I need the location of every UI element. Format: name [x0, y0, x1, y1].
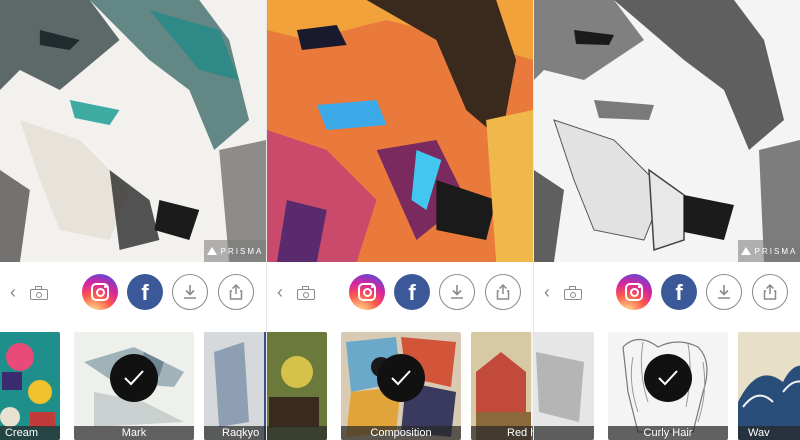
share-icon [496, 283, 510, 300]
download-button[interactable] [706, 274, 742, 310]
download-button[interactable] [439, 274, 475, 310]
filter-label: Wav [738, 426, 800, 440]
instagram-share-button[interactable] [82, 274, 118, 310]
download-icon [184, 285, 196, 299]
filter-label [267, 426, 327, 440]
filter-label: Curly Hair [608, 426, 728, 440]
checkmark-icon [124, 370, 144, 386]
filter-label: Mark [74, 426, 194, 440]
filter-tile[interactable]: Raqkyo [204, 332, 266, 440]
facebook-share-button[interactable]: f [127, 274, 163, 310]
share-button[interactable] [752, 274, 788, 310]
filter-tile[interactable]: Wav [738, 332, 800, 440]
checkmark-icon [658, 370, 678, 386]
filter-tile[interactable] [267, 332, 327, 440]
camera-icon[interactable] [30, 286, 48, 300]
filter-label: Red hban [471, 426, 533, 440]
share-toolbar: ‹ f [534, 262, 800, 324]
camera-icon[interactable] [297, 286, 315, 300]
share-toolbar: ‹ f [267, 262, 533, 324]
stylized-photo: PRISMA [534, 0, 800, 262]
stylized-photo [267, 0, 533, 262]
app-root: PRISMA ‹ f Cream Mark Raqkyo ‹ f Composi… [0, 0, 800, 440]
prisma-watermark: PRISMA [738, 240, 800, 262]
share-icon [229, 283, 243, 300]
filter-strip: Curly Hair Wav [534, 332, 800, 440]
filter-tile-selected[interactable]: Composition [341, 332, 461, 440]
filter-tile[interactable]: Red hban [471, 332, 533, 440]
camera-icon[interactable] [564, 286, 582, 300]
back-icon[interactable]: ‹ [277, 283, 289, 301]
watermark-label: PRISMA [754, 246, 798, 256]
checkmark-icon [391, 370, 411, 386]
selected-checkmark [377, 354, 425, 402]
filter-label: Composition [341, 426, 461, 440]
filter-tile[interactable]: Cream [0, 332, 60, 440]
download-icon [718, 285, 730, 299]
filter-tile-selected[interactable]: Mark [74, 332, 194, 440]
filter-tile-selected[interactable]: Curly Hair [608, 332, 728, 440]
selected-checkmark [110, 354, 158, 402]
prisma-logo-icon [740, 247, 751, 255]
panel-3: PRISMA ‹ f Curly Hair Wav [534, 0, 800, 440]
back-icon[interactable]: ‹ [544, 283, 556, 301]
panel-2: ‹ f Composition Red hban [267, 0, 534, 440]
share-icon [763, 283, 777, 300]
share-button[interactable] [218, 274, 254, 310]
share-button[interactable] [485, 274, 521, 310]
filter-strip: Composition Red hban [267, 332, 533, 440]
facebook-share-button[interactable]: f [394, 274, 430, 310]
stylized-photo: PRISMA [0, 0, 266, 262]
instagram-share-button[interactable] [349, 274, 385, 310]
filter-tile[interactable] [534, 332, 594, 440]
prisma-logo-icon [206, 247, 217, 255]
watermark-label: PRISMA [220, 246, 264, 256]
back-icon[interactable]: ‹ [10, 283, 22, 301]
filter-label: Cream [0, 426, 60, 440]
filter-label [534, 426, 594, 440]
download-button[interactable] [172, 274, 208, 310]
instagram-share-button[interactable] [616, 274, 652, 310]
share-toolbar: ‹ f [0, 262, 266, 324]
filter-strip: Cream Mark Raqkyo [0, 332, 266, 440]
selected-checkmark [644, 354, 692, 402]
prisma-watermark: PRISMA [204, 240, 266, 262]
panel-1: PRISMA ‹ f Cream Mark Raqkyo [0, 0, 267, 440]
filter-label: Raqkyo [204, 426, 266, 440]
download-icon [451, 285, 463, 299]
facebook-share-button[interactable]: f [661, 274, 697, 310]
